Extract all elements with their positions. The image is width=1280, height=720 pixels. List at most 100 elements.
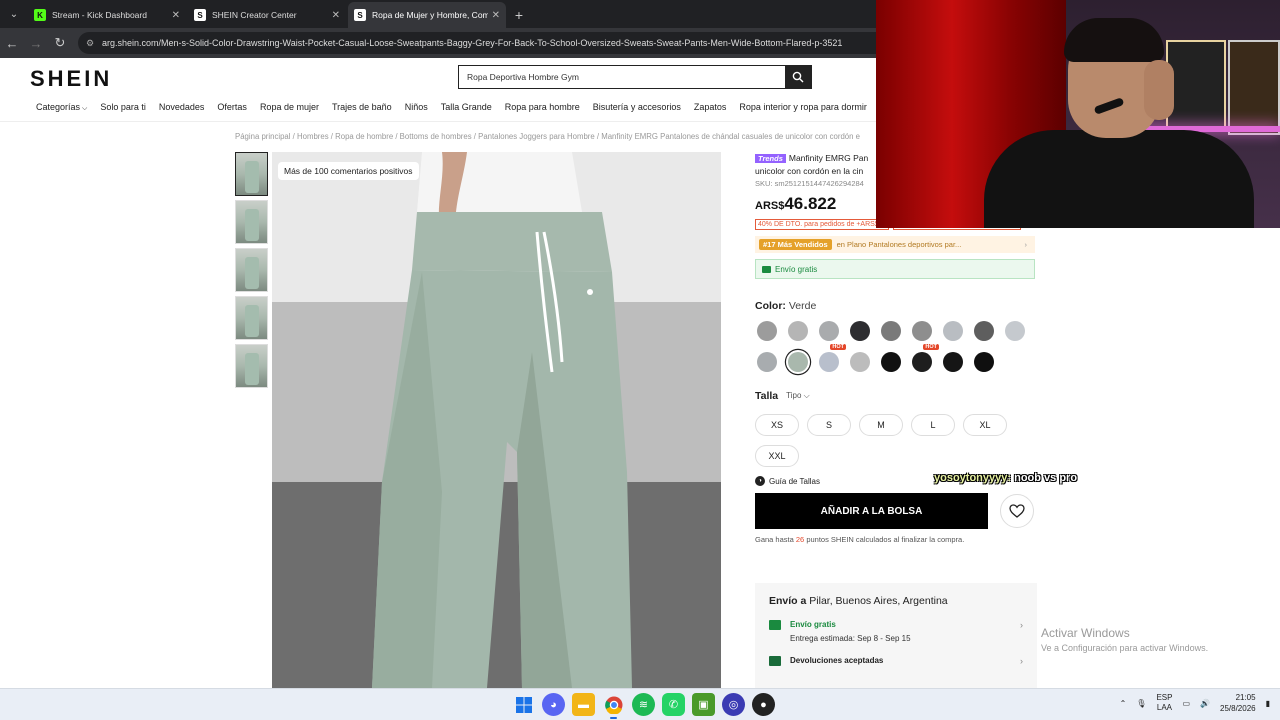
app-icon[interactable]: ◎ <box>722 693 745 716</box>
size-type-dropdown[interactable]: Tipo ⌵ <box>786 391 810 401</box>
nav-divider <box>0 121 876 122</box>
notification-icon[interactable]: ▮ <box>1266 699 1270 708</box>
webcam-overlay <box>876 0 1280 228</box>
address-bar[interactable]: ⚙ arg.shein.com/Men-s-Solid-Color-Drawst… <box>78 32 938 54</box>
nav-item-categorias[interactable]: Categorías ⌵ <box>36 102 87 113</box>
color-swatch[interactable] <box>943 352 963 372</box>
shipping-option[interactable]: Envío gratis Entrega estimada: Sep 8 - Se… <box>769 620 1023 643</box>
search-input[interactable]: Ropa Deportiva Hombre Gym <box>459 66 785 88</box>
size-option-xl[interactable]: XL <box>963 414 1007 436</box>
color-swatch[interactable] <box>757 321 777 341</box>
promo-badge[interactable]: 40% DE DTO. para pedidos de +ARS$34.709 <box>755 219 889 230</box>
minecraft-icon[interactable]: ▣ <box>692 693 715 716</box>
reload-icon[interactable]: ↻ <box>48 31 72 55</box>
product-sku[interactable]: SKU: sm2512151447426294284 <box>755 179 875 188</box>
size-option-s[interactable]: S <box>807 414 851 436</box>
color-swatch[interactable]: HOT <box>912 344 939 372</box>
nav-item-bisuteria[interactable]: Bisutería y accesorios <box>593 102 681 113</box>
size-option-l[interactable]: L <box>911 414 955 436</box>
shipping-box: Envío a Pilar, Buenos Aires, Argentina E… <box>755 583 1037 688</box>
color-swatch[interactable] <box>850 352 870 372</box>
whatsapp-icon[interactable]: ✆ <box>662 693 685 716</box>
site-info-icon[interactable]: ⚙ <box>86 38 96 48</box>
back-icon[interactable]: ← <box>0 31 24 55</box>
nav-item-ropa-interior[interactable]: Ropa interior y ropa para dormir <box>739 102 867 113</box>
nav-item-trajes-de-bano[interactable]: Trajes de baño <box>332 102 392 113</box>
windows-taskbar: ◕ ▬ ≋ ✆ ▣ ◎ ● ⌃ 🎙 ESP LAA ▭ 🔊 21:05 25/8/2… <box>0 688 1280 720</box>
color-swatch[interactable] <box>1005 321 1025 341</box>
url-text: arg.shein.com/Men-s-Solid-Color-Drawstri… <box>102 38 843 48</box>
color-swatch-cell <box>755 352 786 372</box>
forward-icon[interactable]: → <box>24 31 48 55</box>
new-tab-icon[interactable]: + <box>508 2 530 28</box>
size-option-m[interactable]: M <box>859 414 903 436</box>
bestseller-banner[interactable]: #17 Más Vendidos en Plano Pantalones dep… <box>755 236 1035 253</box>
add-to-bag-button[interactable]: AÑADIR A LA BOLSA <box>755 493 988 529</box>
color-swatch-cell <box>972 321 1003 341</box>
product-thumbnail[interactable] <box>235 296 268 340</box>
file-explorer-icon[interactable]: ▬ <box>572 693 595 716</box>
clock[interactable]: 21:05 25/8/2026 <box>1220 692 1256 714</box>
breadcrumb[interactable]: Página principal / Hombres / Ropa de hom… <box>235 132 875 141</box>
tab-shein-creator[interactable]: S SHEIN Creator Center ✕ <box>188 2 346 28</box>
returns-option[interactable]: Devoluciones aceptadas › <box>769 656 1023 666</box>
chrome-icon[interactable] <box>602 693 625 719</box>
network-icon[interactable]: ▭ <box>1182 699 1190 708</box>
color-swatch-cell <box>1003 321 1034 341</box>
discord-icon[interactable]: ◕ <box>542 693 565 716</box>
size-header: Talla Tipo ⌵ <box>755 390 1037 402</box>
color-swatch[interactable] <box>881 321 901 341</box>
nav-item-ofertas[interactable]: Ofertas <box>217 102 247 113</box>
color-swatch[interactable] <box>850 321 870 341</box>
nav-item-ropa-de-mujer[interactable]: Ropa de mujer <box>260 102 319 113</box>
color-swatch[interactable] <box>881 352 901 372</box>
volume-icon[interactable]: 🔊 <box>1200 699 1210 708</box>
product-main-image[interactable]: Más de 100 comentarios positivos <box>272 152 721 688</box>
search-button[interactable] <box>785 66 811 88</box>
nav-item-ninos[interactable]: Niños <box>405 102 428 113</box>
windows-start-icon[interactable] <box>512 693 535 716</box>
product-thumbnail[interactable] <box>235 248 268 292</box>
close-icon[interactable]: ✕ <box>492 10 500 21</box>
product-thumbnail[interactable] <box>235 200 268 244</box>
chevron-right-icon: › <box>1024 240 1028 249</box>
tab-search-icon[interactable]: ⌄ <box>0 0 28 28</box>
hot-badge: HOT <box>923 344 939 350</box>
color-swatch[interactable] <box>974 352 994 372</box>
color-swatch[interactable] <box>788 321 808 341</box>
color-swatch[interactable] <box>788 352 808 372</box>
color-swatch[interactable] <box>912 321 932 341</box>
color-swatch-cell <box>786 321 817 341</box>
nav-item-zapatos[interactable]: Zapatos <box>694 102 727 113</box>
tab-kick-dashboard[interactable]: K Stream - Kick Dashboard ✕ <box>28 2 186 28</box>
obs-icon[interactable]: ● <box>752 693 775 716</box>
close-icon[interactable]: ✕ <box>332 10 340 21</box>
return-icon <box>769 656 781 666</box>
size-option-xs[interactable]: XS <box>755 414 799 436</box>
search-box[interactable]: Ropa Deportiva Hombre Gym <box>458 65 812 89</box>
language-indicator[interactable]: ESP LAA <box>1156 693 1172 713</box>
nav-item-talla-grande[interactable]: Talla Grande <box>441 102 492 113</box>
color-swatch[interactable] <box>974 321 994 341</box>
shein-logo[interactable]: SHEIN <box>30 66 112 92</box>
color-swatch-cell <box>755 321 786 341</box>
spotify-icon[interactable]: ≋ <box>632 693 655 716</box>
size-option-xxl[interactable]: XXL <box>755 445 799 467</box>
tab-shein-product[interactable]: S Ropa de Mujer y Hombre, Com ✕ <box>348 2 506 28</box>
product-thumbnail[interactable] <box>235 344 268 388</box>
nav-item-ropa-hombre[interactable]: Ropa para hombre <box>505 102 580 113</box>
chevron-up-icon[interactable]: ⌃ <box>1120 699 1127 708</box>
color-swatch[interactable] <box>943 321 963 341</box>
shein-icon: S <box>194 9 206 21</box>
product-thumbnail[interactable] <box>235 152 268 196</box>
truck-icon <box>762 265 771 273</box>
nav-item-solo-para-ti[interactable]: Solo para ti <box>100 102 146 113</box>
ship-to[interactable]: Envío a Pilar, Buenos Aires, Argentina <box>769 595 1023 607</box>
microphone-icon[interactable]: 🎙 <box>1136 699 1146 708</box>
color-swatch[interactable] <box>819 321 839 341</box>
color-swatch[interactable] <box>757 352 777 372</box>
color-swatch[interactable]: HOT <box>819 344 846 372</box>
nav-item-novedades[interactable]: Novedades <box>159 102 205 113</box>
close-icon[interactable]: ✕ <box>172 10 180 21</box>
wishlist-button[interactable] <box>1000 494 1034 528</box>
